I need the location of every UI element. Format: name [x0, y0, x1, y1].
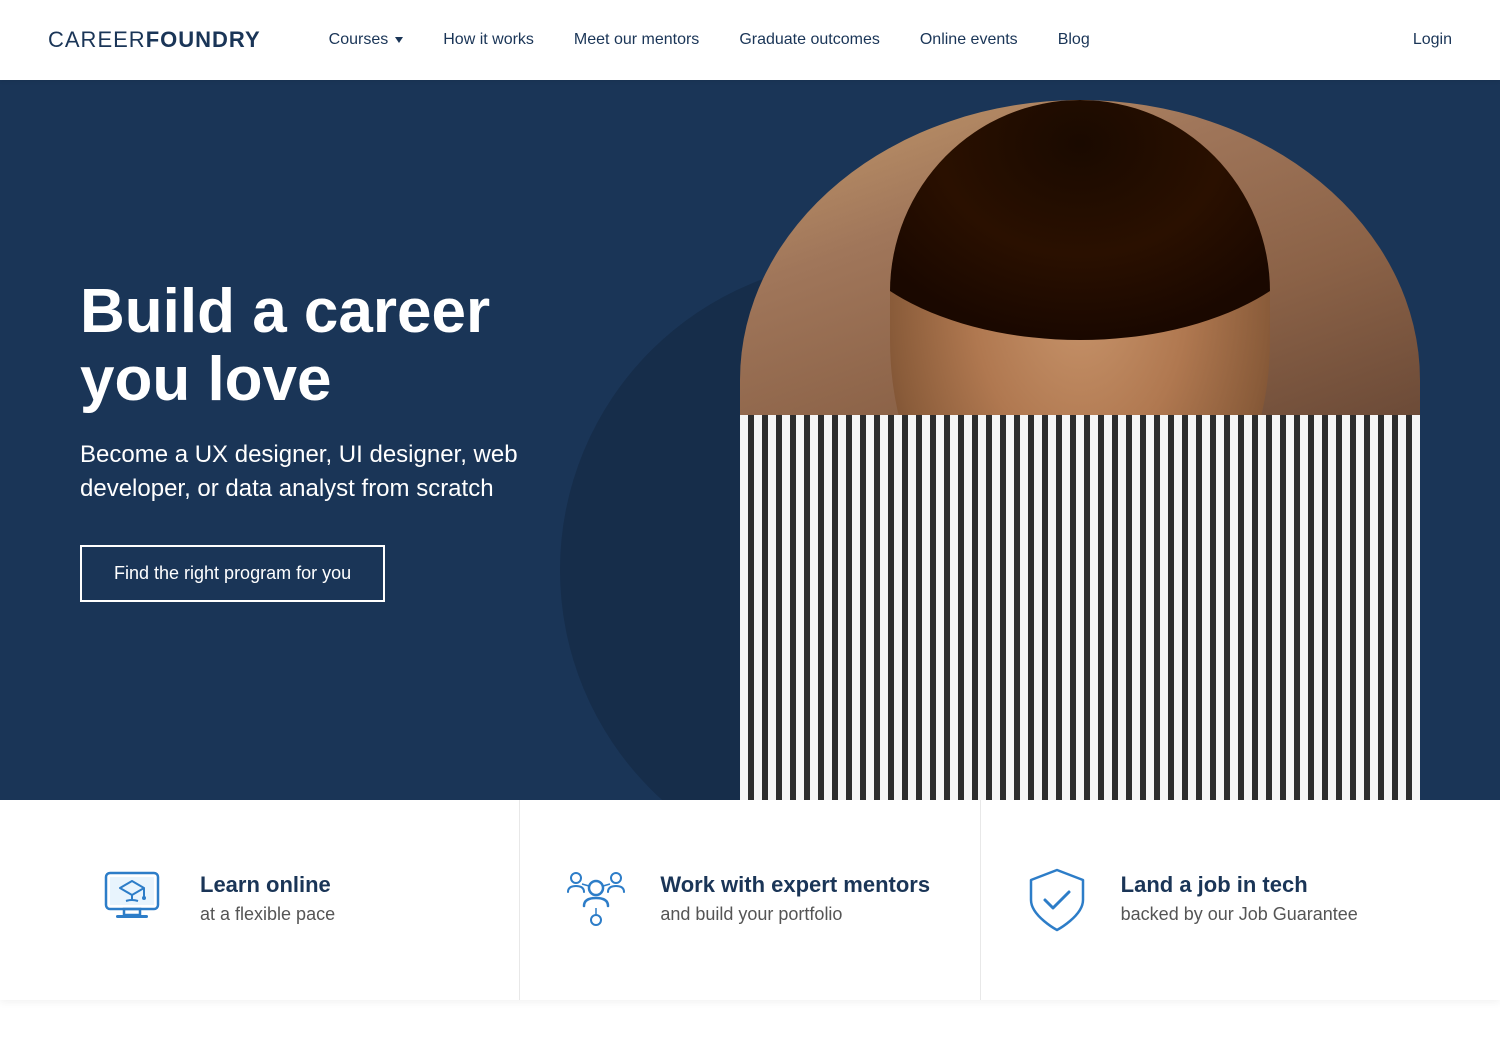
- feature-job-desc: backed by our Job Guarantee: [1121, 902, 1358, 927]
- hero-cta-button[interactable]: Find the right program for you: [80, 545, 385, 602]
- feature-mentor-desc: and build your portfolio: [660, 902, 930, 927]
- feature-mentors: Work with expert mentors and build your …: [519, 800, 979, 1000]
- nav-courses[interactable]: Courses: [309, 0, 424, 80]
- hero-content: Build a career you love Become a UX desi…: [0, 278, 620, 603]
- hero-person-image: [600, 80, 1500, 800]
- nav-links: Courses How it works Meet our mentors Gr…: [309, 0, 1413, 80]
- nav-blog[interactable]: Blog: [1038, 0, 1110, 80]
- features-bar: Learn online at a flexible pace: [0, 800, 1500, 1000]
- hero-subtitle: Become a UX designer, UI designer, web d…: [80, 438, 540, 505]
- feature-learn-title: Learn online: [200, 872, 335, 898]
- feature-mentor-title: Work with expert mentors: [660, 872, 930, 898]
- logo-foundry: FOUNDRY: [146, 27, 261, 53]
- feature-job: Land a job in tech backed by our Job Gua…: [980, 800, 1440, 1000]
- feature-learn-desc: at a flexible pace: [200, 902, 335, 927]
- hero-section: Build a career you love Become a UX desi…: [0, 80, 1500, 800]
- people-network-icon: [560, 864, 632, 936]
- hero-title: Build a career you love: [80, 278, 540, 414]
- logo-link[interactable]: CAREER FOUNDRY: [48, 27, 261, 53]
- logo-career: CAREER: [48, 27, 146, 53]
- nav-login[interactable]: Login: [1413, 31, 1452, 49]
- nav-events[interactable]: Online events: [900, 0, 1038, 80]
- nav-outcomes[interactable]: Graduate outcomes: [719, 0, 900, 80]
- nav-mentors[interactable]: Meet our mentors: [554, 0, 719, 80]
- feature-learn-online: Learn online at a flexible pace: [60, 800, 519, 1000]
- shield-check-icon: [1021, 864, 1093, 936]
- chevron-down-icon: [395, 37, 403, 43]
- navigation: CAREER FOUNDRY Courses How it works Meet…: [0, 0, 1500, 80]
- feature-job-title: Land a job in tech: [1121, 872, 1358, 898]
- monitor-graduation-icon: [100, 864, 172, 936]
- nav-how-it-works[interactable]: How it works: [423, 0, 554, 80]
